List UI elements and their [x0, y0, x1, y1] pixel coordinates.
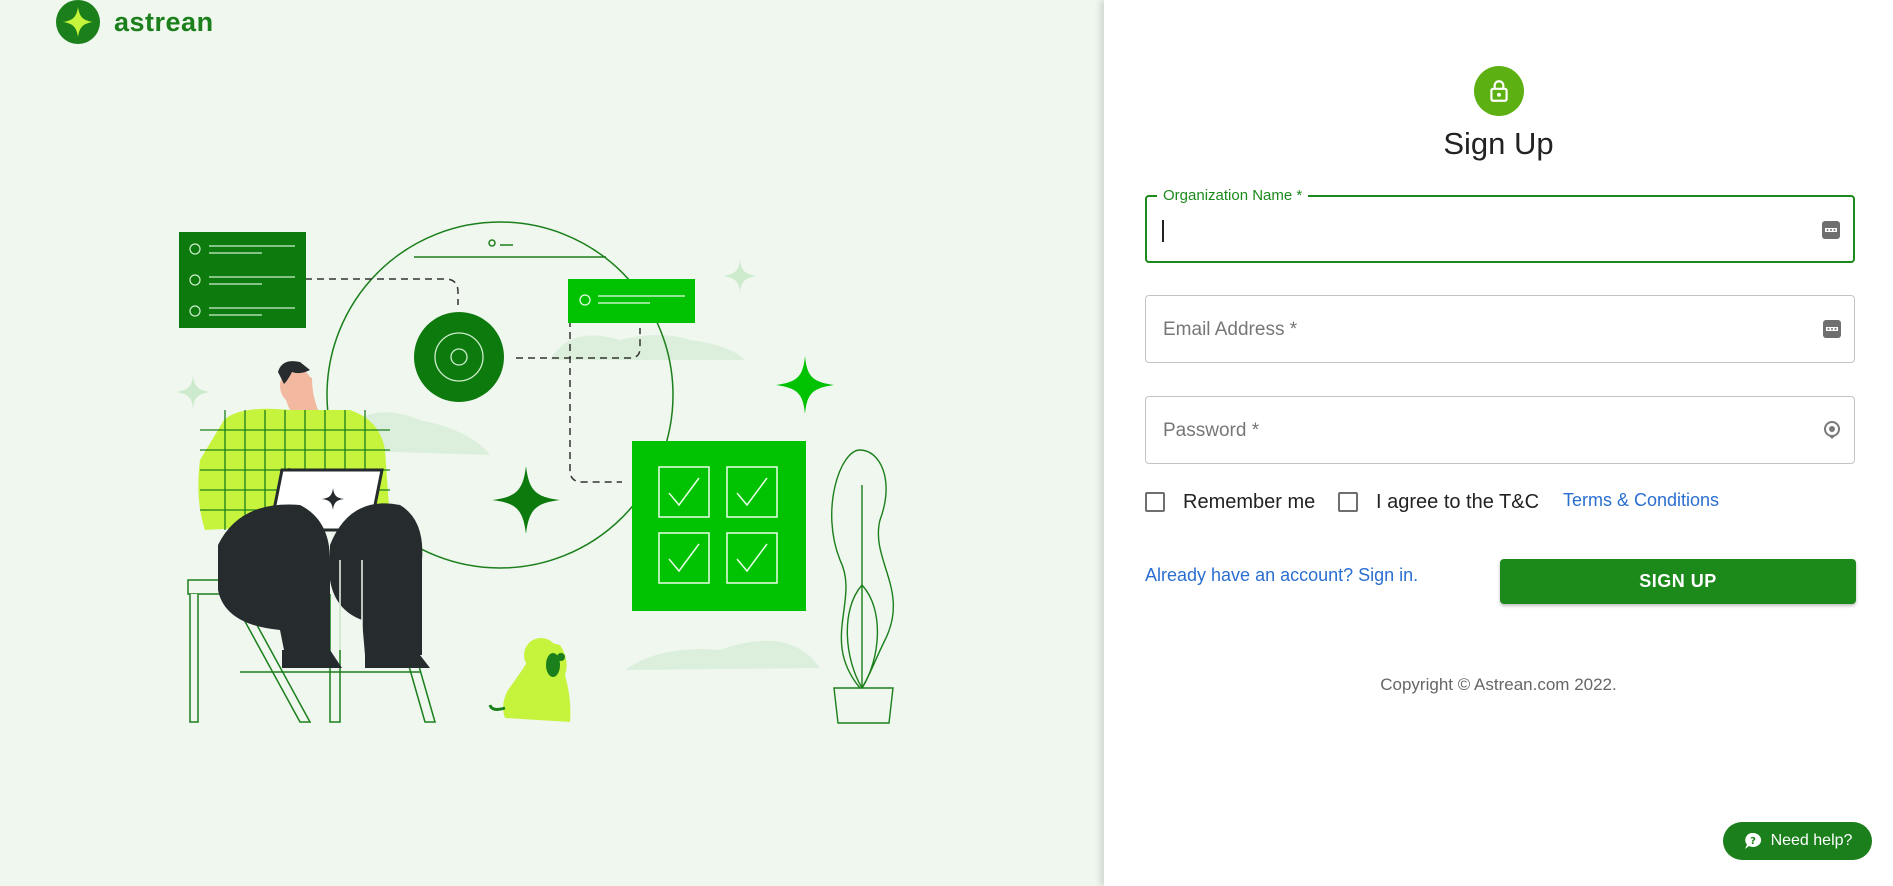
logo-star-icon — [56, 0, 100, 44]
signup-illustration — [176, 221, 895, 724]
password-manager-icon[interactable] — [1821, 220, 1841, 240]
visibility-icon[interactable] — [1822, 420, 1842, 440]
terms-conditions-link[interactable]: Terms & Conditions — [1563, 490, 1719, 511]
need-help-button[interactable]: ? Need help? — [1723, 822, 1872, 860]
sign-up-button[interactable]: SIGN UP — [1500, 559, 1856, 604]
sign-in-link[interactable]: Already have an account? Sign in. — [1145, 565, 1418, 586]
need-help-label: Need help? — [1770, 832, 1853, 849]
organization-name-label: Organization Name * — [1157, 187, 1309, 204]
password-label: Password * — [1163, 420, 1260, 441]
email-address-field[interactable]: Email Address * — [1145, 295, 1855, 363]
remember-me-label: Remember me — [1183, 490, 1316, 513]
page-title: Sign Up — [1443, 126, 1554, 161]
copyright-text: Copyright © Astrean.com 2022. — [1380, 675, 1617, 694]
remember-me-checkbox[interactable] — [1145, 492, 1165, 512]
text-cursor — [1162, 220, 1164, 242]
agree-terms-option[interactable]: I agree to the T&C — [1338, 488, 1539, 516]
svg-text:?: ? — [1750, 836, 1756, 847]
agree-terms-checkbox[interactable] — [1338, 492, 1358, 512]
email-address-label: Email Address * — [1163, 319, 1298, 340]
help-chat-icon: ? — [1744, 832, 1761, 849]
lock-badge — [1474, 66, 1524, 116]
password-manager-icon[interactable] — [1822, 319, 1842, 339]
brand-name: astrean — [114, 6, 214, 37]
password-field[interactable]: Password * — [1145, 396, 1855, 464]
brand-logo[interactable]: astrean — [56, 0, 214, 44]
lock-icon — [1490, 80, 1508, 102]
remember-me-option[interactable]: Remember me — [1145, 488, 1315, 516]
illustration-panel: astrean — [0, 0, 1104, 886]
organization-name-field[interactable]: Organization Name * — [1145, 187, 1855, 263]
agree-terms-label: I agree to the T&C — [1376, 490, 1540, 513]
